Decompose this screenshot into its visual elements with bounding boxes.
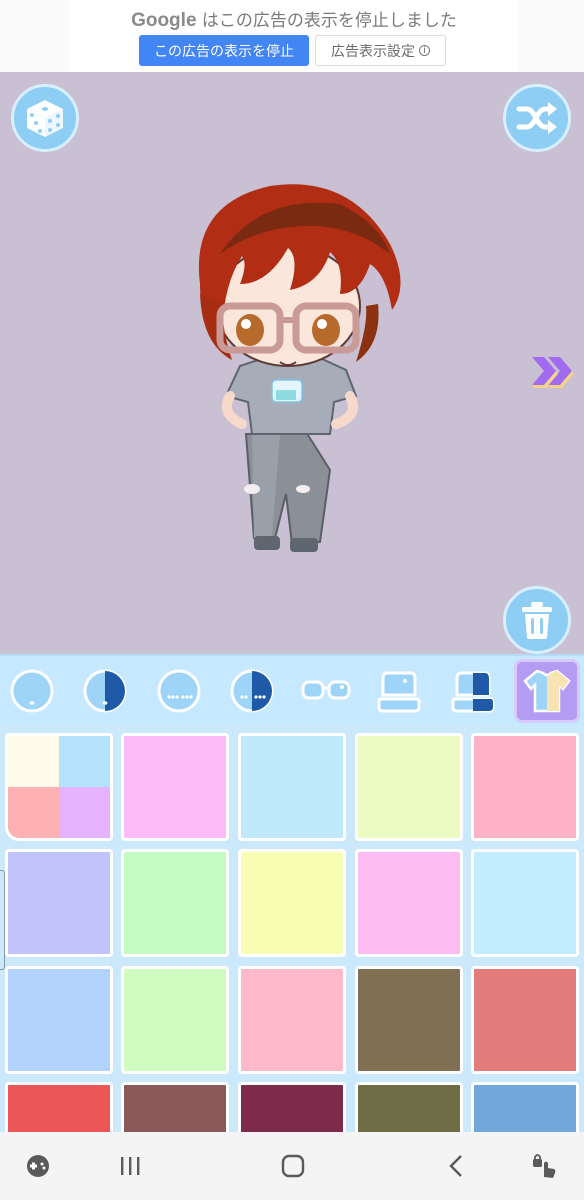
- swatch-quadrant: [59, 736, 110, 787]
- shirt-icon: [523, 669, 571, 713]
- swatch[interactable]: [355, 733, 463, 841]
- glasses-icon: [301, 680, 351, 700]
- category-tabs: [0, 654, 584, 726]
- back-icon: [449, 1155, 462, 1177]
- face-half-icon: [83, 669, 127, 713]
- tab-glasses[interactable]: [297, 662, 355, 720]
- tab-face-shading[interactable]: [76, 662, 134, 720]
- system-nav-bar: [0, 1132, 584, 1200]
- swatch[interactable]: [121, 733, 229, 841]
- swatch-quadrant: [59, 787, 110, 838]
- random-dice-button[interactable]: [11, 84, 79, 152]
- swatch[interactable]: [121, 849, 229, 957]
- swatch[interactable]: [238, 733, 346, 841]
- swatch[interactable]: [5, 849, 113, 957]
- swatch[interactable]: [471, 733, 579, 841]
- ad-stop-button[interactable]: この広告の表示を停止: [139, 35, 309, 66]
- tab-shirt[interactable]: [514, 659, 580, 723]
- top-half-icon: [451, 671, 495, 713]
- swatch[interactable]: [5, 966, 113, 1074]
- tab-top-shading[interactable]: [444, 662, 502, 720]
- game-tools-button[interactable]: [22, 1150, 54, 1182]
- swatch-multicolor[interactable]: [5, 733, 113, 841]
- recent-apps-button[interactable]: [114, 1150, 146, 1182]
- ad-settings-button[interactable]: 広告表示設定 i: [315, 35, 446, 66]
- chibi-character: [198, 184, 401, 552]
- ad-message: Google はこの広告の表示を停止しました: [70, 6, 518, 32]
- top-icon: [377, 671, 421, 713]
- back-button[interactable]: [441, 1150, 473, 1182]
- dice-icon: [27, 100, 63, 137]
- tab-eyes[interactable]: [150, 662, 208, 720]
- face-eyes-icon: [157, 669, 201, 713]
- tab-top[interactable]: [370, 662, 428, 720]
- trash-icon: [522, 602, 552, 639]
- swatch[interactable]: [238, 966, 346, 1074]
- home-button[interactable]: [277, 1150, 309, 1182]
- swatch[interactable]: [238, 1082, 346, 1132]
- recent-apps-icon: [121, 1157, 140, 1175]
- swatch[interactable]: [5, 1082, 113, 1132]
- ad-settings-label: 広告表示設定: [331, 43, 415, 60]
- touch-lock-button[interactable]: [528, 1150, 560, 1182]
- touch-lock-icon: [533, 1154, 556, 1178]
- face-eyes-half-icon: [230, 669, 274, 713]
- face-icon: [10, 669, 54, 713]
- swatch-quadrant: [8, 787, 59, 838]
- ad-brand: Google: [131, 10, 197, 31]
- swatch[interactable]: [121, 1082, 229, 1132]
- tab-eyes-shading[interactable]: [223, 662, 281, 720]
- swatch[interactable]: [471, 849, 579, 957]
- swatch[interactable]: [471, 966, 579, 1074]
- game-controller-icon: [27, 1155, 49, 1177]
- color-swatch-grid: [0, 726, 584, 1132]
- swatch[interactable]: [121, 966, 229, 1074]
- character-stage: [0, 72, 584, 654]
- double-chevron-right-icon[interactable]: [528, 354, 576, 388]
- swatch[interactable]: [355, 966, 463, 1074]
- shuffle-button[interactable]: [503, 84, 571, 152]
- shuffle-icon: [516, 102, 557, 134]
- delete-button[interactable]: [503, 586, 571, 654]
- info-icon: i: [419, 45, 430, 56]
- swatch[interactable]: [355, 849, 463, 957]
- swatch[interactable]: [471, 1082, 579, 1132]
- swatch[interactable]: [355, 1082, 463, 1132]
- edge-panel-handle[interactable]: [0, 870, 5, 970]
- swatch[interactable]: [238, 849, 346, 957]
- swatch-quadrant: [8, 736, 59, 787]
- home-icon: [281, 1154, 305, 1178]
- ad-message-text: はこの広告の表示を停止しました: [201, 11, 457, 31]
- tab-face[interactable]: [3, 662, 61, 720]
- ad-banner: Google はこの広告の表示を停止しました この広告の表示を停止 広告表示設定…: [0, 0, 584, 72]
